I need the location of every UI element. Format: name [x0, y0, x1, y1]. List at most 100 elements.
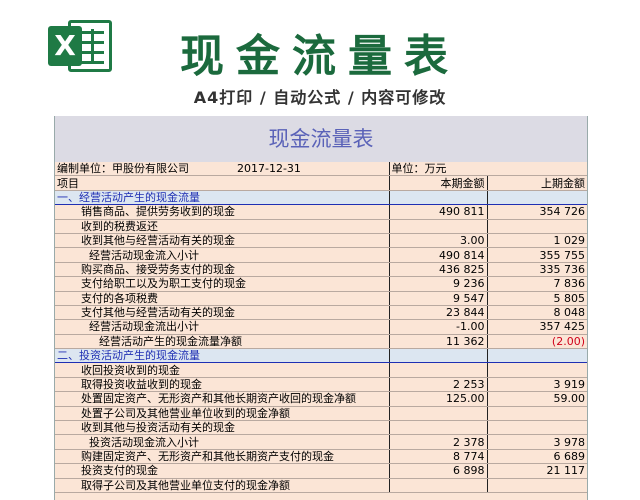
item-cell[interactable]: 收到的税费返还: [55, 219, 390, 234]
previous-amount-cell[interactable]: 354 726: [487, 204, 587, 220]
section-row: 二、投资活动产生的现金流量: [55, 348, 587, 364]
current-amount-cell[interactable]: [389, 219, 488, 234]
item-cell[interactable]: 经营活动现金流入小计: [55, 247, 390, 263]
col-header-item[interactable]: 项目: [55, 175, 390, 191]
table-row: 购建固定资产、无形资产和其他长期资产支付的现金 8 774 6 689: [55, 449, 587, 465]
current-amount-cell[interactable]: 6 898: [389, 463, 488, 479]
previous-amount-cell[interactable]: 21 117: [487, 463, 587, 479]
section-row: 一、经营活动产生的现金流量: [55, 190, 587, 206]
page-title: 现金流量表: [180, 31, 460, 82]
current-amount-cell[interactable]: 9 547: [389, 291, 488, 306]
table-row: 支付其他与经营活动有关的现金 23 844 8 048: [55, 305, 587, 321]
previous-amount-cell[interactable]: 59.00: [487, 391, 587, 407]
current-amount-cell[interactable]: 490 814: [389, 247, 488, 263]
previous-amount-cell[interactable]: 3 919: [487, 377, 587, 393]
previous-amount-cell[interactable]: 1 029: [487, 233, 587, 249]
current-amount-cell[interactable]: [389, 478, 488, 493]
current-amount-cell[interactable]: 2 253: [389, 377, 488, 393]
unit-cell[interactable]: 单位：万元: [389, 162, 587, 177]
item-cell[interactable]: 收到其他与经营活动有关的现金: [55, 233, 390, 249]
table-row: 支付给职工以及为职工支付的现金 9 236 7 836: [55, 276, 587, 292]
col-header-current[interactable]: 本期金额: [389, 175, 488, 191]
table-row: 收回投资收到的现金: [55, 362, 587, 378]
table-row: 经营活动产生的现金流量净额 11 362 (2.00): [55, 334, 587, 350]
previous-amount-cell[interactable]: 3 978: [487, 434, 587, 450]
item-cell[interactable]: 支付给职工以及为职工支付的现金: [55, 276, 390, 292]
company-cell[interactable]: 编制单位：甲股份有限公司 2017-12-31: [55, 162, 390, 177]
col-header-previous[interactable]: 上期金额: [487, 175, 587, 191]
current-amount-cell[interactable]: 490 811: [389, 204, 488, 220]
item-cell[interactable]: 经营活动现金流出小计: [55, 319, 390, 335]
current-amount-cell[interactable]: [389, 190, 488, 206]
column-header-row: 项目 本期金额 上期金额: [55, 175, 587, 191]
current-amount-cell[interactable]: -1.00: [389, 319, 488, 335]
previous-amount-cell[interactable]: [487, 362, 587, 378]
item-cell[interactable]: 销售商品、提供劳务收到的现金: [55, 204, 390, 220]
table-row: 收到其他与经营活动有关的现金 3.00 1 029: [55, 233, 587, 249]
item-cell[interactable]: 经营活动产生的现金流量净额: [55, 334, 390, 350]
table-row: 经营活动现金流出小计 -1.00 357 425: [55, 319, 587, 335]
table-row: 处置固定资产、无形资产和其他长期资产收回的现金净额 125.00 59.00: [55, 391, 587, 407]
item-cell[interactable]: 购建固定资产、无形资产和其他长期资产支付的现金: [55, 449, 390, 465]
current-amount-cell[interactable]: [389, 406, 488, 422]
table-row: 收到其他与投资活动有关的现金: [55, 420, 587, 436]
current-amount-cell[interactable]: 125.00: [389, 391, 488, 407]
table-row: 投资支付的现金 6 898 21 117: [55, 463, 587, 479]
current-amount-cell[interactable]: 11 362: [389, 334, 488, 350]
previous-amount-cell[interactable]: 5 805: [487, 291, 587, 306]
current-amount-cell[interactable]: [389, 348, 488, 364]
table-row: 取得子公司及其他营业单位支付的现金净额: [55, 478, 587, 493]
table-row: 销售商品、提供劳务收到的现金 490 811 354 726: [55, 204, 587, 220]
item-cell[interactable]: 取得投资收益收到的现金: [55, 377, 390, 393]
item-cell[interactable]: 购买商品、接受劳务支付的现金: [55, 262, 390, 278]
previous-amount-cell[interactable]: 8 048: [487, 305, 587, 321]
table-row: 经营活动现金流入小计 490 814 355 755: [55, 247, 587, 263]
previous-amount-cell[interactable]: 6 689: [487, 449, 587, 465]
previous-amount-cell[interactable]: [487, 348, 587, 364]
report-date: 2017-12-31: [237, 162, 301, 176]
current-amount-cell[interactable]: 2 378: [389, 434, 488, 450]
current-amount-cell[interactable]: [389, 362, 488, 378]
item-cell[interactable]: 处置子公司及其他营业单位收到的现金净额: [55, 406, 390, 422]
item-cell[interactable]: 支付其他与经营活动有关的现金: [55, 305, 390, 321]
item-cell[interactable]: 一、经营活动产生的现金流量: [55, 190, 390, 206]
item-cell[interactable]: 取得子公司及其他营业单位支付的现金净额: [55, 478, 390, 493]
previous-amount-cell[interactable]: 357 425: [487, 319, 587, 335]
item-cell[interactable]: 投资活动现金流入小计: [55, 434, 390, 450]
current-amount-cell[interactable]: 436 825: [389, 262, 488, 278]
current-amount-cell[interactable]: 3.00: [389, 233, 488, 249]
previous-amount-cell[interactable]: [487, 219, 587, 234]
excel-logo-icon: X: [48, 18, 116, 74]
previous-amount-cell[interactable]: 355 755: [487, 247, 587, 263]
sheet-title[interactable]: 现金流量表: [55, 116, 587, 162]
page-subtitle: A4打印 / 自动公式 / 内容可修改: [193, 88, 447, 107]
previous-amount-cell[interactable]: (2.00): [487, 334, 587, 350]
table-row: 处置子公司及其他营业单位收到的现金净额: [55, 406, 587, 422]
item-cell[interactable]: 收到其他与投资活动有关的现金: [55, 420, 390, 436]
table-row: 收到的税费返还: [55, 219, 587, 234]
item-cell[interactable]: 处置固定资产、无形资产和其他长期资产收回的现金净额: [55, 391, 390, 407]
item-cell[interactable]: 支付的各项税费: [55, 291, 390, 306]
info-row: 编制单位：甲股份有限公司 2017-12-31 单位：万元: [55, 162, 587, 177]
item-cell[interactable]: 收回投资收到的现金: [55, 362, 390, 378]
previous-amount-cell[interactable]: 7 836: [487, 276, 587, 292]
logo-letter: X: [48, 26, 82, 66]
promo-header: X 现金流量表 A4打印 / 自动公式 / 内容可修改: [0, 0, 640, 113]
table-row: 支付的各项税费 9 547 5 805: [55, 291, 587, 306]
previous-amount-cell[interactable]: [487, 420, 587, 436]
previous-amount-cell[interactable]: 335 736: [487, 262, 587, 278]
item-cell[interactable]: 投资支付的现金: [55, 463, 390, 479]
previous-amount-cell[interactable]: [487, 190, 587, 206]
previous-amount-cell[interactable]: [487, 406, 587, 422]
current-amount-cell[interactable]: 8 774: [389, 449, 488, 465]
item-cell[interactable]: 二、投资活动产生的现金流量: [55, 348, 390, 364]
previous-amount-cell[interactable]: [487, 478, 587, 493]
table-row: 取得投资收益收到的现金 2 253 3 919: [55, 377, 587, 393]
current-amount-cell[interactable]: 23 844: [389, 305, 488, 321]
current-amount-cell[interactable]: [389, 420, 488, 436]
table-row: 购买商品、接受劳务支付的现金 436 825 335 736: [55, 262, 587, 278]
current-amount-cell[interactable]: 9 236: [389, 276, 488, 292]
company-name: 编制单位：甲股份有限公司: [57, 162, 189, 176]
spreadsheet: 现金流量表 编制单位：甲股份有限公司 2017-12-31 单位：万元 项目 本期…: [54, 116, 588, 500]
table-row: 投资活动现金流入小计 2 378 3 978: [55, 434, 587, 450]
